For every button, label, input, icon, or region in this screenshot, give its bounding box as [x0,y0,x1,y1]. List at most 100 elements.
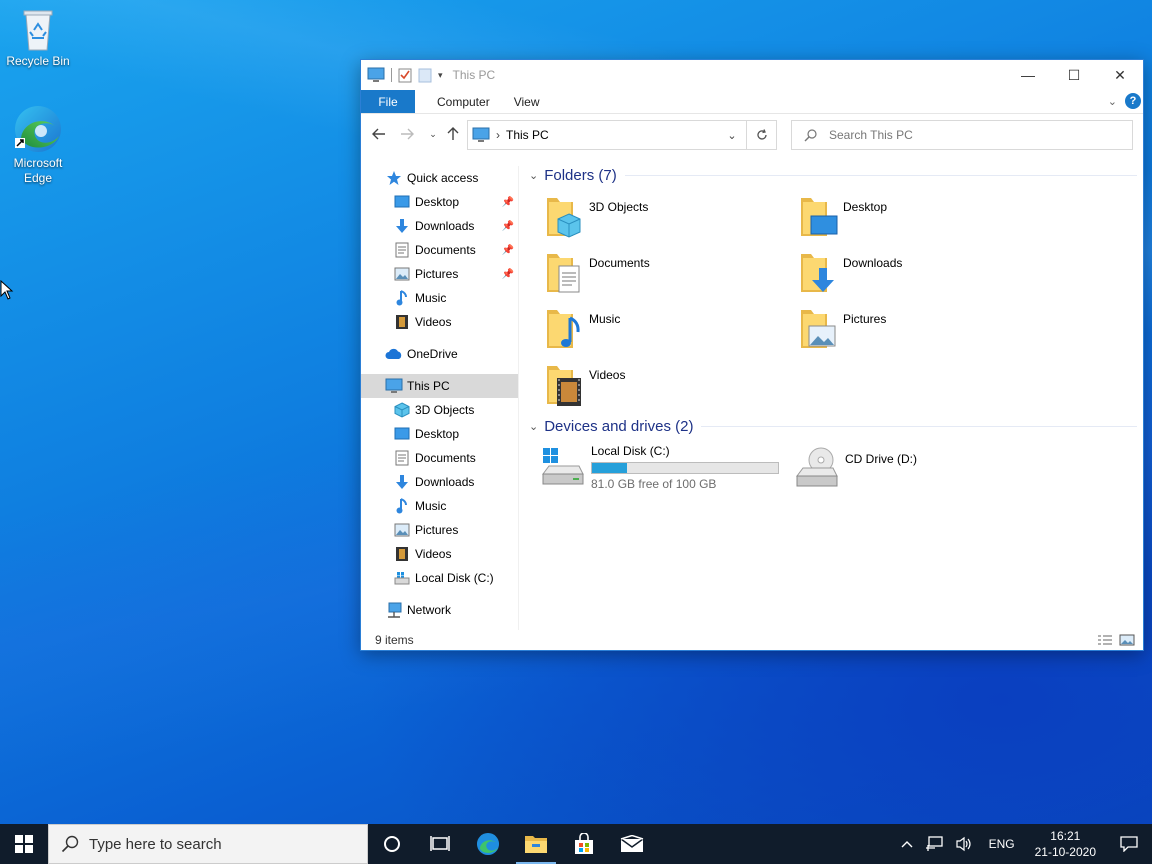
details-view-icon[interactable] [1097,634,1113,646]
search-box[interactable] [791,120,1133,150]
breadcrumb-this-pc[interactable]: This PC [506,128,549,142]
network-status[interactable] [919,824,949,864]
nav-network[interactable]: Network [361,598,518,622]
title-bar[interactable]: ▾ This PC — ☐ ✕ [361,60,1143,90]
tab-view[interactable]: View [502,90,552,113]
pin-icon[interactable]: 📌 [502,245,514,256]
taskbar-search-input[interactable] [89,835,349,853]
nav-label: Music [415,291,447,305]
nav-this-pc[interactable]: This PC [361,374,518,398]
onedrive-icon [385,346,403,362]
pin-icon[interactable]: 📌 [502,197,514,208]
this-pc-icon [472,127,490,142]
ribbon-tabs: File Computer View ⌄ ? [361,90,1143,114]
folder-pictures[interactable]: Pictures [797,306,1037,358]
back-button[interactable] [367,122,391,146]
clock[interactable]: 16:21 21-10-2020 [1025,828,1106,860]
refresh-button[interactable] [747,120,777,150]
folder-label: Videos [589,368,626,382]
drives-group-header[interactable]: ⌄ Devices and drives (2) [525,413,1137,439]
tab-computer[interactable]: Computer [425,90,502,113]
nav-pc-downloads[interactable]: Downloads [361,470,518,494]
drive-usage-bar [591,462,779,474]
forward-button[interactable] [395,122,419,146]
collapse-group-icon[interactable]: ⌄ [529,169,538,182]
nav-label: Music [415,499,447,513]
nav-pc-videos[interactable]: Videos [361,542,518,566]
breadcrumb-separator-icon[interactable]: › [496,128,500,142]
taskbar-file-explorer[interactable] [512,824,560,864]
large-icons-view-icon[interactable] [1119,634,1135,646]
nav-label: Videos [415,547,452,561]
nav-qa-music[interactable]: Music [361,286,518,310]
show-hidden-icons-button[interactable] [895,824,919,864]
folder-videos[interactable]: Videos [543,362,783,414]
content-pane: ⌄ Folders (7) 3D Objects Desktop Documen… [525,156,1141,630]
nav-qa-desktop[interactable]: Desktop 📌 [361,190,518,214]
notification-icon [1120,836,1138,852]
collapse-group-icon[interactable]: ⌄ [529,420,538,433]
input-language[interactable]: ENG [979,824,1025,864]
folders-group-header[interactable]: ⌄ Folders (7) [525,162,1137,188]
nav-qa-documents[interactable]: Documents 📌 [361,238,518,262]
taskbar-search-box[interactable] [48,824,368,864]
search-input[interactable] [829,128,1109,142]
customize-toolbar-icon[interactable]: ▾ [438,70,443,81]
nav-onedrive[interactable]: OneDrive [361,342,518,366]
minimize-button[interactable]: — [1005,60,1051,90]
nav-qa-downloads[interactable]: Downloads 📌 [361,214,518,238]
up-button[interactable] [441,122,465,146]
properties-icon[interactable] [398,67,412,83]
nav-quick-access[interactable]: Quick access [361,166,518,190]
help-button[interactable]: ? [1125,93,1141,109]
group-title: Devices and drives (2) [544,417,694,435]
folder-label: Pictures [843,312,887,326]
nav-qa-pictures[interactable]: Pictures 📌 [361,262,518,286]
task-view-button[interactable] [416,824,464,864]
cortana-button[interactable] [368,824,416,864]
pin-icon[interactable]: 📌 [502,269,514,280]
nav-pc-local-disk[interactable]: Local Disk (C:) [361,566,518,590]
nav-pc-3d-objects[interactable]: 3D Objects [361,398,518,422]
drive-cd-d[interactable]: CD Drive (D:) [793,444,917,496]
pin-icon[interactable]: 📌 [502,221,514,232]
tab-file[interactable]: File [361,90,415,113]
mail-icon [620,835,644,852]
new-folder-icon[interactable] [418,67,432,83]
address-bar[interactable]: › This PC ⌄ [467,120,747,150]
folder-downloads[interactable]: Downloads [797,250,1037,302]
expand-ribbon-icon[interactable]: ⌄ [1108,95,1117,108]
group-divider [701,425,1137,427]
maximize-button[interactable]: ☐ [1051,60,1097,90]
nav-pc-documents[interactable]: Documents [361,446,518,470]
taskbar-mail[interactable] [608,824,656,864]
desktop-icon-edge[interactable]: Microsoft Edge [0,104,76,186]
close-button[interactable]: ✕ [1097,60,1143,90]
folder-desktop[interactable]: Desktop [797,194,1037,246]
nav-qa-videos[interactable]: Videos [361,310,518,334]
nav-pc-desktop[interactable]: Desktop [361,422,518,446]
folder-3d-objects[interactable]: 3D Objects [543,194,783,246]
folder-label: 3D Objects [589,200,649,214]
nav-label: Quick access [407,171,479,185]
action-center-button[interactable] [1106,824,1152,864]
window-title: This PC [452,68,496,82]
folder-music[interactable]: Music [543,306,783,358]
music-folder-icon [543,306,585,354]
downloads-folder-icon [393,474,411,490]
nav-label: 3D Objects [415,403,475,417]
taskbar-store[interactable] [560,824,608,864]
cd-drive-icon [793,444,841,492]
start-button[interactable] [0,824,48,864]
taskbar-edge[interactable] [464,824,512,864]
file-explorer-icon [525,836,547,853]
drive-local-disk-c[interactable]: Local Disk (C:) 81.0 GB free of 100 GB [539,444,779,496]
desktop-icon-recycle-bin[interactable]: Recycle Bin [0,8,76,69]
address-dropdown-icon[interactable]: ⌄ [722,121,742,149]
nav-pc-pictures[interactable]: Pictures [361,518,518,542]
volume-control[interactable] [949,824,979,864]
nav-pc-music[interactable]: Music [361,494,518,518]
group-title: Folders (7) [544,166,617,184]
arrow-right-icon [401,128,414,140]
folder-documents[interactable]: Documents [543,250,783,302]
